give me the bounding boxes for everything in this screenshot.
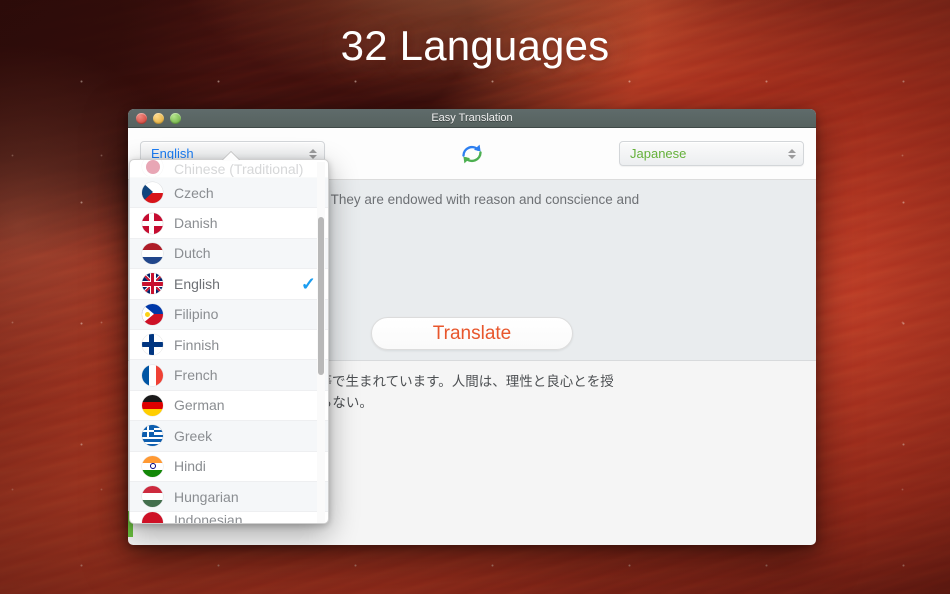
flag-ph-icon — [142, 303, 163, 325]
language-menu-item-label: German — [174, 397, 225, 414]
flag-dk-icon — [142, 212, 163, 234]
flag-nl-icon — [142, 242, 163, 264]
desktop: 32 Languages Easy Translation English Ja… — [0, 0, 950, 594]
flag-id-icon — [142, 512, 163, 523]
close-button[interactable] — [136, 112, 147, 124]
language-menu-item-label: Greek — [174, 427, 213, 444]
language-menu-item-german[interactable]: German — [130, 391, 328, 422]
stepper-arrows-icon[interactable] — [786, 148, 798, 159]
language-menu-item-label: Finnish — [174, 336, 220, 353]
target-language-label: Japanese — [630, 146, 687, 161]
minimize-button[interactable] — [153, 112, 164, 124]
language-menu-item-finnish[interactable]: Finnish — [130, 330, 328, 361]
swap-languages-icon — [462, 144, 482, 163]
flag-fi-icon — [142, 334, 163, 356]
language-menu-item-english[interactable]: English ✓ — [130, 269, 328, 300]
flag-cz-icon — [142, 182, 163, 204]
language-menu-item-label: Filipino — [174, 306, 219, 323]
flag-in-icon — [142, 455, 163, 477]
flag-gr-icon — [142, 425, 163, 447]
language-menu-item-hindi[interactable]: Hindi — [130, 452, 328, 482]
language-dropdown-menu[interactable]: Chinese (Traditional) Czech Danish Dutch Eng… — [129, 159, 329, 524]
language-menu-item-danish[interactable]: Danish — [130, 208, 328, 239]
flag-gb-icon — [142, 273, 163, 295]
flag-hu-icon — [142, 486, 163, 508]
language-menu-item-greek[interactable]: Greek — [130, 421, 328, 452]
target-language-select[interactable]: Japanese — [619, 141, 804, 166]
flag-de-icon — [142, 394, 163, 416]
language-menu-item-czech[interactable]: Czech — [130, 178, 328, 209]
language-menu-item-indonesian[interactable]: Indonesian — [130, 512, 328, 524]
language-menu-item-chinese-traditional[interactable]: Chinese (Traditional) — [130, 160, 328, 178]
traffic-lights — [136, 112, 181, 124]
language-menu-item-hungarian[interactable]: Hungarian — [130, 481, 328, 513]
zoom-button[interactable] — [170, 112, 181, 124]
language-menu-item-label: Dutch — [174, 245, 211, 262]
dropdown-caret-icon — [222, 152, 240, 161]
swap-languages-button[interactable] — [455, 139, 489, 169]
language-menu-item-dutch[interactable]: Dutch — [130, 238, 328, 270]
language-menu-item-filipino[interactable]: Filipino — [130, 299, 328, 330]
flag-fr-icon — [142, 364, 163, 386]
stepper-arrows-icon[interactable] — [307, 148, 319, 159]
language-menu-item-label: Hungarian — [174, 488, 239, 505]
language-menu-item-label: Chinese (Traditional) — [174, 161, 304, 177]
language-menu-item-label: Danish — [174, 215, 218, 232]
page-headline: 32 Languages — [340, 22, 610, 69]
language-menu-list[interactable]: Chinese (Traditional) Czech Danish Dutch Eng… — [130, 160, 328, 523]
language-menu-item-french[interactable]: French — [130, 360, 328, 391]
checkmark-icon: ✓ — [300, 273, 316, 294]
language-menu-item-label: Indonesian — [174, 512, 243, 524]
language-menu-item-label: French — [174, 367, 218, 384]
translate-button[interactable]: Translate — [371, 317, 573, 350]
language-menu-item-label: English — [174, 275, 220, 292]
window-title: Easy Translation — [431, 112, 513, 124]
language-menu-item-label: Hindi — [174, 458, 206, 475]
window-titlebar[interactable]: Easy Translation — [128, 109, 816, 128]
flag-jp-icon — [142, 160, 163, 177]
language-menu-item-label: Czech — [174, 184, 214, 201]
menu-scrollbar-thumb[interactable] — [318, 217, 324, 375]
